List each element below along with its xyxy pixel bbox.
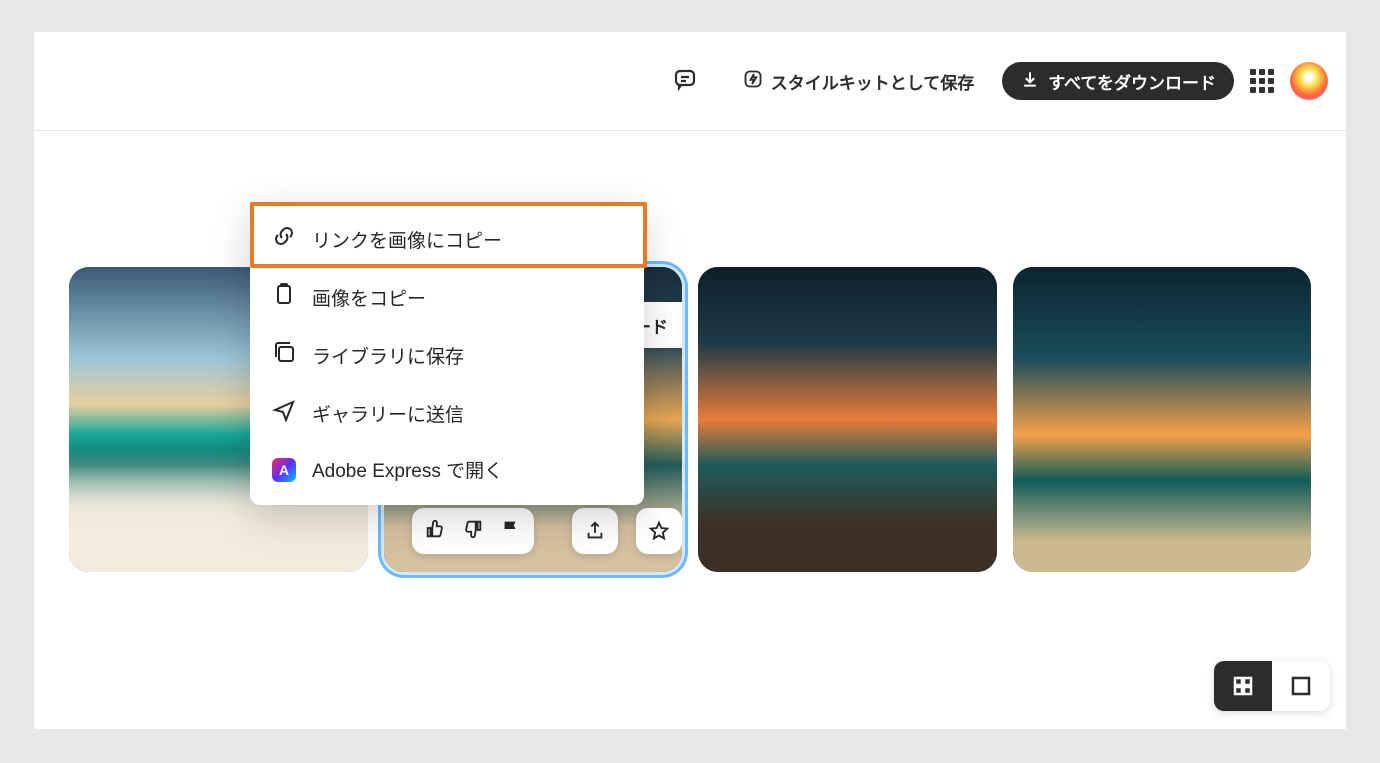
image-tile-3[interactable] bbox=[698, 267, 997, 572]
menu-label: Adobe Express で開く bbox=[312, 456, 503, 483]
menu-label: 画像をコピー bbox=[312, 284, 426, 311]
link-icon bbox=[272, 224, 296, 254]
share-button[interactable] bbox=[572, 508, 618, 554]
flag-icon[interactable] bbox=[500, 518, 522, 545]
clipboard-icon bbox=[272, 282, 296, 312]
context-menu: リンクを画像にコピー 画像をコピー ライブラリに保存 ギャラリーに送信 A Ad… bbox=[250, 202, 644, 505]
view-toggle bbox=[1214, 661, 1330, 711]
image-tile-4[interactable] bbox=[1013, 267, 1312, 572]
download-icon bbox=[1020, 69, 1040, 94]
menu-item-send-gallery[interactable]: ギャラリーに送信 bbox=[250, 384, 644, 442]
library-icon bbox=[272, 340, 296, 370]
menu-item-copy-link[interactable]: リンクを画像にコピー bbox=[250, 210, 644, 268]
reaction-group bbox=[412, 508, 534, 554]
stylekit-label: スタイルキットとして保存 bbox=[771, 69, 975, 94]
menu-label: ライブラリに保存 bbox=[312, 342, 464, 369]
adobe-express-icon: A bbox=[272, 458, 296, 482]
topbar: スタイルキットとして保存 すべてをダウンロード bbox=[34, 32, 1346, 130]
single-view-button[interactable] bbox=[1272, 661, 1330, 711]
avatar[interactable] bbox=[1290, 62, 1328, 100]
send-icon bbox=[272, 398, 296, 428]
topbar-divider bbox=[34, 130, 1346, 131]
favorite-button[interactable] bbox=[636, 508, 682, 554]
feedback-button[interactable] bbox=[655, 62, 715, 100]
stylekit-save-button[interactable]: スタイルキットとして保存 bbox=[725, 62, 993, 100]
download-all-button[interactable]: すべてをダウンロード bbox=[1002, 62, 1234, 100]
apps-grid-icon[interactable] bbox=[1244, 63, 1280, 99]
menu-label: リンクを画像にコピー bbox=[312, 226, 502, 253]
grid-view-button[interactable] bbox=[1214, 661, 1272, 711]
menu-item-open-express[interactable]: A Adobe Express で開く bbox=[250, 442, 644, 497]
menu-item-save-library[interactable]: ライブラリに保存 bbox=[250, 326, 644, 384]
reaction-bar bbox=[412, 508, 682, 554]
thumbs-down-icon[interactable] bbox=[462, 518, 484, 545]
menu-label: ギャラリーに送信 bbox=[312, 400, 464, 427]
menu-item-copy-image[interactable]: 画像をコピー bbox=[250, 268, 644, 326]
download-label: すべてをダウンロード bbox=[1048, 69, 1216, 94]
bolt-icon bbox=[743, 69, 763, 94]
app-frame: スタイルキットとして保存 すべてをダウンロード ード bbox=[34, 32, 1346, 729]
feedback-icon bbox=[673, 67, 697, 96]
thumbs-up-icon[interactable] bbox=[424, 518, 446, 545]
